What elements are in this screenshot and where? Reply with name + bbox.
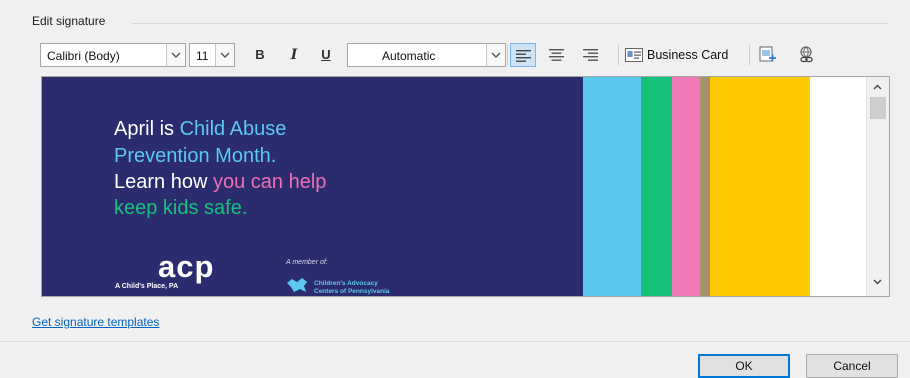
align-center-icon [549, 49, 564, 61]
stripe-tan [700, 77, 710, 296]
ok-button[interactable]: OK [698, 354, 790, 378]
insert-picture-icon [759, 46, 776, 62]
toolbar-separator [749, 45, 750, 65]
cac-name-line-1: Children's Advocacy [314, 280, 378, 287]
align-left-button[interactable] [510, 43, 536, 67]
signature-editor[interactable]: April is Child Abuse Prevention Month. L… [41, 76, 890, 297]
font-name-value: Calibri (Body) [47, 49, 120, 63]
scrollbar-thumb[interactable] [870, 97, 886, 119]
formatting-toolbar: Calibri (Body) 11 B I U Automatic Busine… [40, 43, 890, 69]
banner-line-4: keep kids safe. [114, 197, 248, 219]
editor-scrollbar[interactable] [866, 77, 889, 296]
font-size-select[interactable]: 11 [189, 43, 235, 67]
stripe-yellow [710, 77, 810, 296]
signature-templates-link[interactable]: Get signature templates [32, 315, 159, 329]
underline-button[interactable]: U [314, 43, 338, 67]
stripe-sky [583, 77, 641, 296]
align-right-icon [583, 49, 598, 61]
chevron-down-icon [491, 52, 501, 58]
section-divider [132, 23, 888, 24]
stripe-pink [672, 77, 700, 296]
business-card-label: Business Card [647, 48, 729, 62]
acp-logo: acp [158, 249, 215, 284]
font-name-select[interactable]: Calibri (Body) [40, 43, 186, 67]
align-right-button[interactable] [578, 43, 604, 67]
font-color-dropdown[interactable] [486, 44, 505, 66]
cac-name-line-2: Centers of Pennsylvania [314, 288, 390, 295]
italic-button[interactable]: I [282, 43, 306, 67]
chevron-down-icon [171, 52, 181, 58]
bold-button[interactable]: B [248, 43, 272, 67]
cancel-button[interactable]: Cancel [806, 354, 898, 378]
font-size-value: 11 [196, 49, 209, 63]
cac-name: Children's Advocacy Centers of Pennsylva… [314, 280, 390, 296]
font-color-value: Automatic [382, 49, 436, 63]
cac-logo-icon [287, 278, 307, 292]
banner-line-1-highlight: Child Abuse [179, 118, 287, 140]
toolbar-separator [507, 45, 508, 65]
align-left-icon [516, 50, 531, 62]
section-title: Edit signature [32, 14, 106, 28]
align-center-button[interactable] [544, 43, 570, 67]
chevron-down-icon [220, 52, 230, 58]
org-name: A Child's Place, PA [115, 283, 179, 290]
font-name-dropdown[interactable] [166, 44, 185, 66]
banner-line-3-text: Learn how [114, 171, 213, 193]
signature-banner-image: April is Child Abuse Prevention Month. L… [42, 77, 583, 296]
scroll-down-icon[interactable] [873, 279, 882, 285]
toolbar-separator [618, 45, 619, 65]
font-color-select[interactable]: Automatic [347, 43, 506, 67]
scroll-up-icon[interactable] [873, 84, 882, 90]
font-size-dropdown[interactable] [215, 44, 234, 66]
banner-line-1: April is Child Abuse [114, 118, 286, 141]
business-card-icon [625, 48, 643, 62]
banner-line-2: Prevention Month. [114, 145, 277, 167]
insert-picture-button[interactable] [756, 43, 780, 67]
banner-line-1-text: April is [114, 118, 180, 140]
banner-line-3-highlight: you can help [212, 171, 327, 193]
member-of-label: A member of: [286, 259, 328, 266]
stripe-white [810, 77, 866, 296]
insert-hyperlink-button[interactable] [795, 43, 819, 67]
stripe-green [641, 77, 672, 296]
banner-line-3: Learn how you can help [114, 171, 326, 194]
hyperlink-icon [800, 46, 813, 63]
